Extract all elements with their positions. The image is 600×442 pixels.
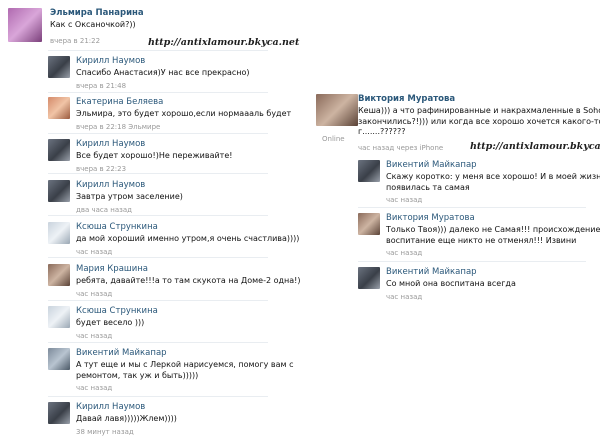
avatar[interactable] (316, 94, 358, 126)
comment-author[interactable]: Ксюша Стрункина (76, 306, 158, 316)
comment-text: Как с Оксаночкой?)) (50, 20, 136, 29)
comment-text: ремонтом, так уж и быть))))) (76, 370, 199, 380)
comment-author[interactable]: Эльмира Панарина (50, 8, 144, 18)
comment-text: г.......?????? (358, 127, 406, 136)
comment-text: Давай лавя)))))Жлем)))) (76, 414, 177, 423)
watermark: http://antixlamour.bkyca.net (470, 141, 600, 152)
comment-author[interactable]: Викентий Майкапар (386, 267, 516, 277)
comment-text: Завтра утром заселение) (76, 192, 183, 201)
comment-author[interactable]: Ксюша Стрункина (76, 222, 299, 232)
avatar[interactable] (48, 264, 70, 286)
divider (48, 342, 268, 343)
avatar[interactable] (358, 213, 380, 235)
avatar[interactable] (48, 306, 70, 328)
comment-time[interactable]: вчера в 22:23 (76, 165, 232, 173)
comment-text: Со мной она воспитана всегда (386, 279, 516, 288)
comment-text: Только Твоя))) далеко не Самая!!! происх… (386, 225, 600, 234)
comment-time[interactable]: 38 минут назад (76, 428, 177, 436)
comment-author[interactable]: Кирилл Наумов (76, 180, 183, 190)
comment-text: Эльмира, это будет хорошо,если нормаааль… (76, 109, 292, 118)
avatar[interactable] (48, 402, 70, 424)
comment-time[interactable]: вчера в 21:48 (76, 82, 250, 90)
divider (48, 173, 268, 174)
comment-text: появилась та самая (386, 182, 470, 192)
comment-text: Скажу коротко: у меня все хорошо! И в мо… (386, 172, 600, 181)
divider (48, 133, 268, 134)
divider (48, 257, 268, 258)
comment-text: Все будет хорошо!)Не переживайте! (76, 151, 233, 160)
comment-text: Спасибо Анастасия)У нас все прекрасно) (76, 68, 250, 77)
avatar[interactable] (48, 180, 70, 202)
comment-author[interactable]: Кирилл Наумов (76, 139, 232, 149)
comment-text: будет весело ))) (76, 318, 145, 327)
comment-text: Кеша))) а что рафинированные и накрахмал… (358, 106, 600, 115)
comment-time[interactable]: час назад (76, 290, 301, 298)
avatar[interactable] (48, 56, 70, 78)
comment-time[interactable]: вчера в 22:18 Эльмире (76, 123, 291, 131)
comment-author[interactable]: Викентий Майкапар (386, 160, 600, 170)
comment-text: да мой хороший именно утром,я очень счас… (76, 234, 300, 243)
avatar[interactable] (48, 139, 70, 161)
divider (48, 396, 268, 397)
comment-text: ребята, давайте!!!а то там скукота на До… (76, 276, 301, 285)
comment-author[interactable]: Кирилл Наумов (76, 56, 250, 66)
comment-time[interactable]: час назад (386, 196, 600, 204)
comment-author[interactable]: Екатерина Беляева (76, 97, 291, 107)
comment-text: А тут еще и мы с Леркой нарисуемся, помо… (76, 360, 294, 369)
avatar[interactable] (48, 222, 70, 244)
comment-time[interactable]: час назад (386, 249, 600, 257)
avatar[interactable] (358, 267, 380, 289)
comment-time[interactable]: час назад (76, 248, 299, 256)
comment-text: воспитание еще никто не отменял!!! Извин… (386, 235, 577, 245)
comment-time[interactable]: два часа назад (76, 206, 183, 214)
comment-time[interactable]: час назад (76, 332, 158, 340)
divider (48, 92, 268, 93)
avatar[interactable] (48, 348, 70, 370)
comments-screenshot: { "watermark": "http://antixlamour.bkyca… (0, 0, 600, 442)
avatar[interactable] (48, 97, 70, 119)
comment-author[interactable]: Кирилл Наумов (76, 402, 177, 412)
online-status: Online (322, 135, 345, 143)
comment-time[interactable]: час назад (76, 384, 294, 392)
comment-text: закончились?!))) или когда все хорошо хо… (358, 116, 600, 126)
comment-time[interactable]: вчера в 21:22 (50, 37, 144, 45)
divider (48, 300, 268, 301)
avatar[interactable] (358, 160, 380, 182)
watermark: http://antixlamour.bkyca.net (148, 37, 300, 48)
comment-author[interactable]: Виктория Муратова (358, 94, 600, 104)
divider (48, 215, 268, 216)
divider (48, 50, 268, 51)
comment-author[interactable]: Виктория Муратова (386, 213, 600, 223)
comment-author[interactable]: Мария Крашина (76, 264, 301, 274)
comment-time[interactable]: час назад (386, 293, 516, 301)
divider (358, 261, 586, 262)
divider (358, 207, 586, 208)
comment-author[interactable]: Викентий Майкапар (76, 348, 294, 358)
avatar[interactable] (8, 8, 42, 42)
